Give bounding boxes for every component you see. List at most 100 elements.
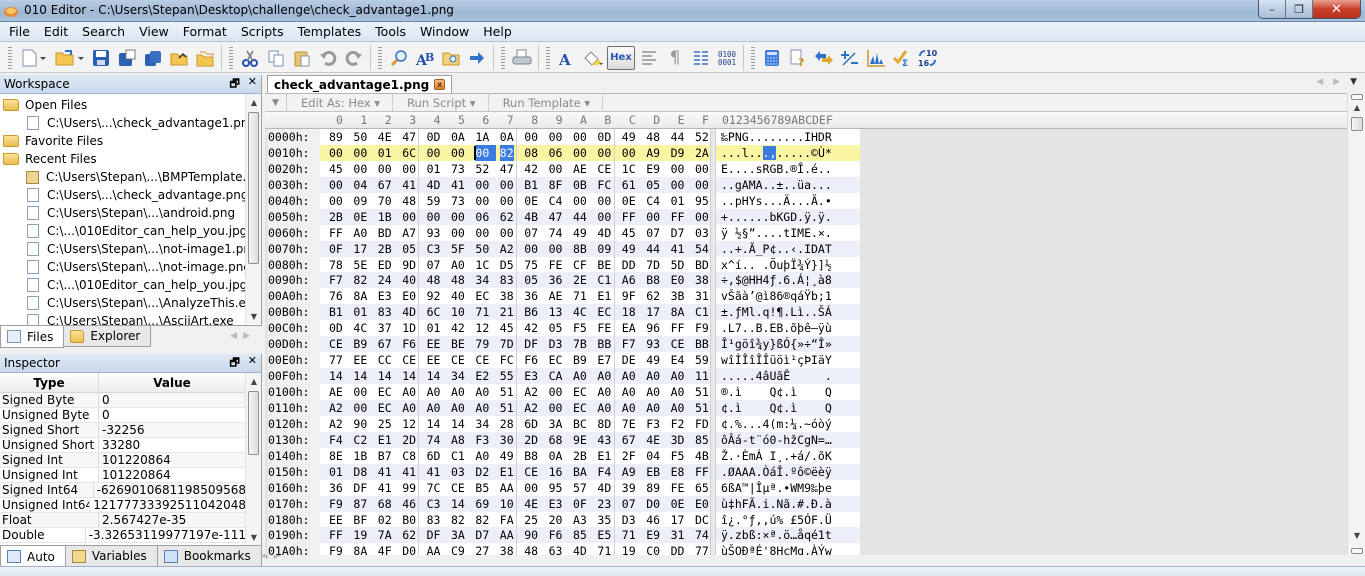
goto-button[interactable] [465,46,489,70]
hex-byte[interactable]: D8 [353,464,367,480]
close-panel-icon[interactable]: ✕ [248,75,257,94]
hex-byte[interactable]: 62 [500,209,514,225]
text-mode-button[interactable] [637,46,661,70]
hex-byte[interactable]: A3 [573,512,587,528]
hex-byte[interactable]: 06 [475,209,489,225]
hex-byte[interactable]: 83 [427,512,441,528]
hex-byte[interactable]: 89 [646,480,660,496]
hex-byte[interactable]: 82 [353,272,367,288]
hex-byte[interactable]: A2 [524,400,538,416]
hex-byte[interactable]: 7E [622,416,636,432]
hex-byte[interactable]: 38 [695,272,709,288]
hex-byte[interactable]: E9 [646,527,660,543]
hex-byte[interactable]: ED [378,257,392,273]
hex-byte[interactable]: 71 [597,543,611,555]
hex-byte[interactable]: 47 [500,161,514,177]
hex-byte[interactable]: 00 [353,384,367,400]
hex-byte[interactable]: D0 [402,543,416,555]
hex-byte[interactable]: F5 [573,320,587,336]
hex-byte[interactable]: D7 [475,527,489,543]
hex-byte[interactable]: B5 [475,480,489,496]
hex-byte[interactable]: 1B [353,448,367,464]
hex-byte[interactable]: 48 [646,129,660,145]
hex-byte[interactable]: 17 [353,241,367,257]
hex-byte[interactable]: 68 [378,496,392,512]
hex-byte[interactable]: 41 [378,480,392,496]
hex-byte[interactable]: DC [695,512,709,528]
hex-byte[interactable]: 93 [646,336,660,352]
hex-byte[interactable]: 4E [524,496,538,512]
base-converter-button[interactable]: 10 16 [916,46,940,70]
hex-byte[interactable]: EE [427,336,441,352]
hex-byte[interactable]: 36 [524,288,538,304]
hex-byte[interactable]: 00 [646,209,660,225]
table-row[interactable]: Signed Int 101220864 [0,453,246,468]
split-handle[interactable] [1351,548,1363,554]
hex-byte[interactable]: AA [500,480,514,496]
hex-byte[interactable]: 73 [451,193,465,209]
hex-byte[interactable]: C8 [402,448,416,464]
hex-byte[interactable]: A0 [622,368,636,384]
hex-row[interactable]: 0040h: 00 09 70 48 59 73 00 00 0E C4 00 00 0E C4 01 95..… [265,192,860,209]
hex-byte[interactable]: E0 [695,496,709,512]
hex-byte[interactable]: 54 [695,241,709,257]
hex-byte[interactable]: 45 [500,320,514,336]
hex-byte[interactable]: 00 [451,145,465,161]
hex-row[interactable]: 0100h: AE 00 EC A0 A0 A0 A0 51 A2 00 EC A0 A0 A0 A0 51 ®.… [265,384,860,400]
hex-row[interactable]: 0180h: EE BF 02 B0 83 82 82 FA 25 20 A3 35 D3 46 17 DC î¿… [265,511,860,528]
hex-byte[interactable]: A0 [451,384,465,400]
hex-byte[interactable]: 21 [500,304,514,320]
tree-group-open-files[interactable]: Open Files [0,96,246,114]
hex-byte[interactable]: C0 [646,543,660,555]
file-tab[interactable]: check_advantage1.png x [267,75,453,93]
hex-byte[interactable]: 00 [427,209,441,225]
hex-bytes[interactable]: A2 00 EC A0 A0 A0 A0 51 A2 00 EC A0 A0 A0 A0 51 [320,399,710,416]
hex-byte[interactable]: F4 [597,464,611,480]
hex-row[interactable]: 0170h: F9 87 68 46 C3 14 69 10 4E E3 0F 23 07 D0 0E E0 ù‡… [265,495,860,512]
hex-byte[interactable]: CF [573,257,587,273]
hex-byte[interactable]: 4C [573,304,587,320]
hex-byte[interactable]: 35 [597,512,611,528]
restore-button[interactable]: ❐ [1286,0,1313,18]
float-panel-icon[interactable]: 🗗 [229,354,239,373]
open-file-button[interactable] [53,46,87,70]
hex-byte[interactable]: A0 [451,400,465,416]
hex-byte[interactable]: 7B [573,336,587,352]
table-row[interactable]: Signed Int64 -6269010681198509568 [0,483,246,498]
hex-byte[interactable]: 00 [695,161,709,177]
copy-button[interactable] [264,46,288,70]
hex-bytes[interactable]: B1 01 83 4D 6C 10 71 21 B6 13 4C EC 18 17 8A C1 [320,304,710,321]
hex-byte[interactable]: 75 [524,257,538,273]
value-cell[interactable]: -32256 [99,423,145,437]
hex-byte[interactable]: BE [597,257,611,273]
hex-byte[interactable]: 85 [573,527,587,543]
ascii-text[interactable]: ÿ.zbß:×ª.ö…åqé1t [716,527,860,544]
editor-toolbar-expand-icon[interactable]: ▼ [265,94,287,111]
hex-byte[interactable]: 38 [500,288,514,304]
hex-byte[interactable]: CE [402,352,416,368]
hex-byte[interactable]: 6D [427,448,441,464]
hex-byte[interactable]: 1D [402,320,416,336]
hex-byte[interactable]: 08 [524,145,538,161]
hex-byte[interactable]: B9 [573,352,587,368]
hex-byte[interactable]: F9 [329,543,343,555]
hex-byte[interactable]: 01 [671,193,685,209]
hex-byte[interactable]: 62 [402,527,416,543]
hex-byte[interactable]: F9 [329,496,343,512]
hex-byte[interactable]: 14 [427,416,441,432]
hex-bytes[interactable]: FF A0 BD A7 93 00 00 00 07 74 49 4D 45 07 D7 03 [320,224,710,241]
hex-byte[interactable]: 8D [597,416,611,432]
hex-bytes[interactable]: 89 50 4E 47 0D 0A 1A 0A 00 00 00 0D 49 48 44 52 [320,129,710,145]
hex-byte[interactable]: 67 [378,177,392,193]
hex-byte[interactable]: 1B [378,209,392,225]
ascii-text[interactable]: ®.ì Q¢.ì Q [716,384,860,400]
hex-byte[interactable]: 14 [402,368,416,384]
hex-byte[interactable]: 77 [695,543,709,555]
minimize-button[interactable]: – [1259,0,1286,18]
hex-byte[interactable]: EC [378,384,392,400]
ascii-text[interactable]: Î¹göî¾y}ßÓ{»÷“Î» [716,336,860,353]
hex-bytes[interactable]: 14 14 14 14 14 34 E2 55 E3 CA A0 A0 A0 A0 A0 11 [320,368,710,385]
scroll-up-icon[interactable]: ▲ [1348,101,1365,115]
hex-byte[interactable]: BB [597,336,611,352]
hex-row[interactable]: 01A0h: F9 8A 4F D0 AA C9 27 38 48 63 4D 71 19 C0 DD 77 ùŠ… [265,543,860,555]
